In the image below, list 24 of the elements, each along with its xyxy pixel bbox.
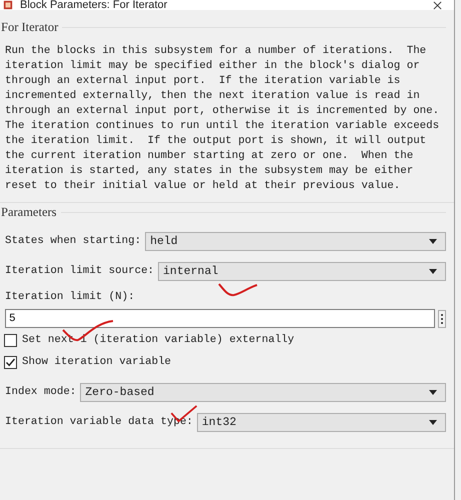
description-text: Run the blocks in this subsystem for a number of iterations. The iteration limit may be specified either in the block's dialog or through an external input port. If the iteration variable is incremented externally, then the next iteration value is read in through an external input port, otherwise it is incremented by one. The iteration continues to run until the iteration variable exceeds the iteration limit. If the output port is shown, it will output the current iteration number starting at zero or one. When the iteration is started, any states in the subsystem may be either reset to their initial value or held at their previous value. (5, 44, 440, 194)
field-label: Iteration limit source: (5, 265, 156, 277)
dropdown[interactable]: internal (158, 262, 446, 280)
window-title: Block Parameters: For Iterator (20, 0, 168, 10)
group-heading: For Iterator (1, 20, 60, 34)
group-heading: Parameters (1, 204, 58, 220)
check-mark-drawing (218, 282, 258, 298)
caret-icon (429, 390, 437, 394)
caret-icon (429, 420, 437, 424)
caret-icon (429, 268, 437, 274)
app-icon (2, 0, 14, 10)
checkbox[interactable] (4, 356, 17, 368)
field-label: Iteration limit (N): (5, 291, 136, 303)
dropdown[interactable]: int32 (196, 412, 446, 432)
more-icon[interactable] (438, 310, 446, 328)
dropdown[interactable]: Zero-based (80, 382, 446, 402)
checkbox-label: Show iteration variable (22, 356, 172, 368)
checkbox[interactable] (4, 334, 17, 346)
caret-icon (429, 238, 437, 244)
field-label: States when starting: (5, 235, 142, 247)
field-label: Index mode: (5, 386, 78, 398)
input-field[interactable]: 5 (5, 309, 435, 328)
close-icon[interactable] (433, 1, 442, 10)
dropdown[interactable]: held (145, 232, 446, 250)
